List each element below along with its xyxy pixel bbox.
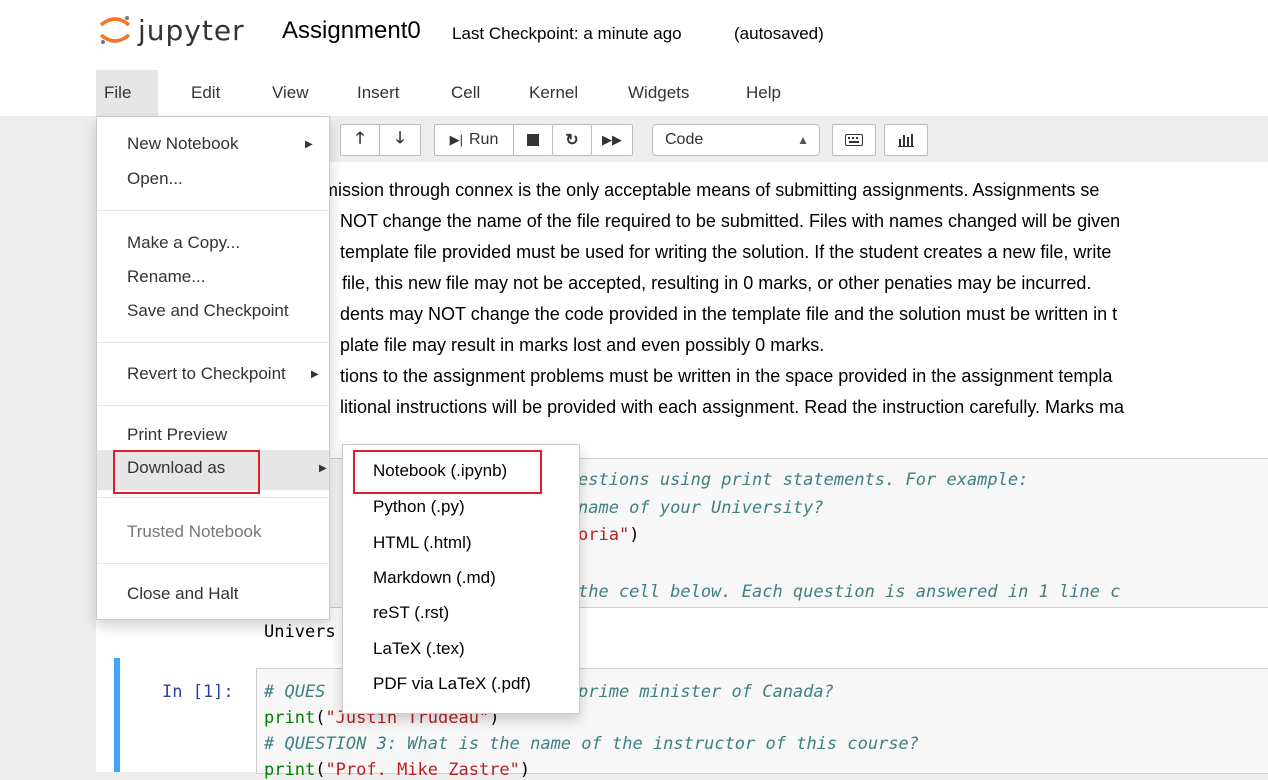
submenu-arrow-icon: ▶ [319, 463, 327, 474]
menu-item-open[interactable]: Open... [127, 169, 183, 189]
code-builtin: print [264, 760, 316, 780]
menu-file[interactable]: File [104, 83, 131, 103]
cell-prompt: In [1]: [162, 682, 234, 702]
cell-output: Univers [264, 622, 336, 642]
selected-cell-indicator [114, 658, 120, 772]
menu-item-close-halt[interactable]: Close and Halt [127, 584, 239, 604]
cell-type-select[interactable]: Code ▲ [652, 124, 820, 156]
menu-insert[interactable]: Insert [357, 83, 400, 103]
download-option[interactable]: HTML (.html) [373, 533, 472, 553]
file-dropdown-menu: New Notebook ▶ Open... Make a Copy... Re… [96, 116, 330, 620]
run-label: Run [469, 131, 499, 148]
move-down-button[interactable]: 🡓 [379, 124, 421, 156]
markdown-line: file, this new file may not be accepted,… [342, 273, 1092, 293]
menu-help[interactable]: Help [746, 83, 781, 103]
step-forward-icon: ▶| [449, 132, 463, 147]
menu-item-make-copy[interactable]: Make a Copy... [127, 233, 240, 253]
menu-view[interactable]: View [272, 83, 309, 103]
menu-divider [97, 497, 329, 498]
menu-divider [97, 563, 329, 564]
menu-edit[interactable]: Edit [191, 83, 220, 103]
checkpoint-status: Last Checkpoint: a minute ago [452, 24, 682, 43]
code-line: the cell below. Each question is answere… [578, 582, 1121, 602]
jupyter-logo[interactable]: jupyter [98, 10, 245, 50]
interrupt-button[interactable] [513, 124, 553, 156]
markdown-line: NOT change the name of the file required… [340, 211, 1121, 231]
download-option[interactable]: reST (.rst) [373, 603, 449, 623]
markdown-line: tions to the assignment problems must be… [340, 366, 1113, 386]
code-line: # QUES [264, 682, 326, 702]
restart-button[interactable]: ↻ [552, 124, 592, 156]
menu-item-trusted-notebook: Trusted Notebook [127, 522, 262, 541]
markdown-line: mission through connex is the only accep… [323, 180, 1100, 200]
stop-icon [527, 134, 539, 146]
select-arrows-icon: ▲ [797, 133, 809, 147]
code-line: prime minister of Canada? [578, 682, 834, 702]
code-string: oria" [578, 525, 630, 545]
cell-type-value: Code [665, 131, 704, 148]
jupyter-logo-icon [99, 16, 131, 44]
code-line: print("Prof. Mike Zastre") [264, 760, 531, 780]
code-line: # QUESTION 3: What is the name of the in… [264, 734, 920, 754]
code-string: "Prof. Mike Zastre" [325, 760, 520, 780]
menu-divider [97, 342, 329, 343]
submenu-arrow-icon: ▶ [311, 369, 319, 380]
code-paren: ) [629, 525, 640, 545]
restart-run-all-button[interactable]: ▶▶ [591, 124, 633, 156]
code-builtin: print [264, 708, 316, 728]
fast-forward-icon: ▶▶ [602, 132, 622, 147]
code-line: oria") [578, 525, 639, 545]
menu-item-rename[interactable]: Rename... [127, 267, 205, 287]
code-line: estions using print statements. For exam… [578, 470, 1029, 490]
menu-divider [97, 405, 329, 406]
widgets-chart-button[interactable] [884, 124, 928, 156]
menu-item-new-notebook[interactable]: New Notebook [127, 134, 239, 154]
submenu-arrow-icon: ▶ [305, 139, 313, 150]
menu-item-print-preview[interactable]: Print Preview [127, 425, 227, 445]
download-as-highlight-box [113, 450, 260, 494]
download-option[interactable]: Python (.py) [373, 497, 465, 517]
download-option[interactable]: PDF via LaTeX (.pdf) [373, 674, 531, 694]
menu-divider [97, 210, 329, 211]
markdown-line: litional instructions will be provided w… [340, 397, 1125, 417]
code-line: name of your University? [578, 498, 824, 518]
menu-item-revert-checkpoint[interactable]: Revert to Checkpoint [127, 364, 286, 384]
bar-chart-icon [898, 134, 914, 147]
notebook-name[interactable]: Assignment0 [282, 17, 421, 45]
command-palette-button[interactable] [832, 124, 876, 156]
notebook-ipynb-highlight-box [353, 450, 542, 494]
markdown-line: template file provided must be used for … [340, 242, 1112, 262]
menu-cell[interactable]: Cell [451, 83, 480, 103]
restart-icon: ↻ [565, 132, 579, 149]
menu-kernel[interactable]: Kernel [529, 83, 578, 103]
menu-widgets[interactable]: Widgets [628, 83, 689, 103]
arrow-up-icon: 🡑 [355, 129, 365, 147]
autosave-status: (autosaved) [734, 24, 824, 43]
arrow-down-icon: 🡓 [395, 129, 405, 147]
run-button[interactable]: ▶| Run [434, 124, 514, 156]
move-up-button[interactable]: 🡑 [340, 124, 380, 156]
keyboard-icon [845, 134, 863, 146]
markdown-line: plate file may result in marks lost and … [340, 335, 825, 355]
download-option[interactable]: Markdown (.md) [373, 568, 496, 588]
download-option[interactable]: LaTeX (.tex) [373, 639, 465, 659]
logo-text: jupyter [138, 13, 245, 47]
notebook-header: jupyter Assignment0 Last Checkpoint: a m… [0, 0, 1268, 69]
menu-item-save-checkpoint[interactable]: Save and Checkpoint [127, 301, 289, 321]
markdown-line: dents may NOT change the code provided i… [340, 304, 1118, 324]
